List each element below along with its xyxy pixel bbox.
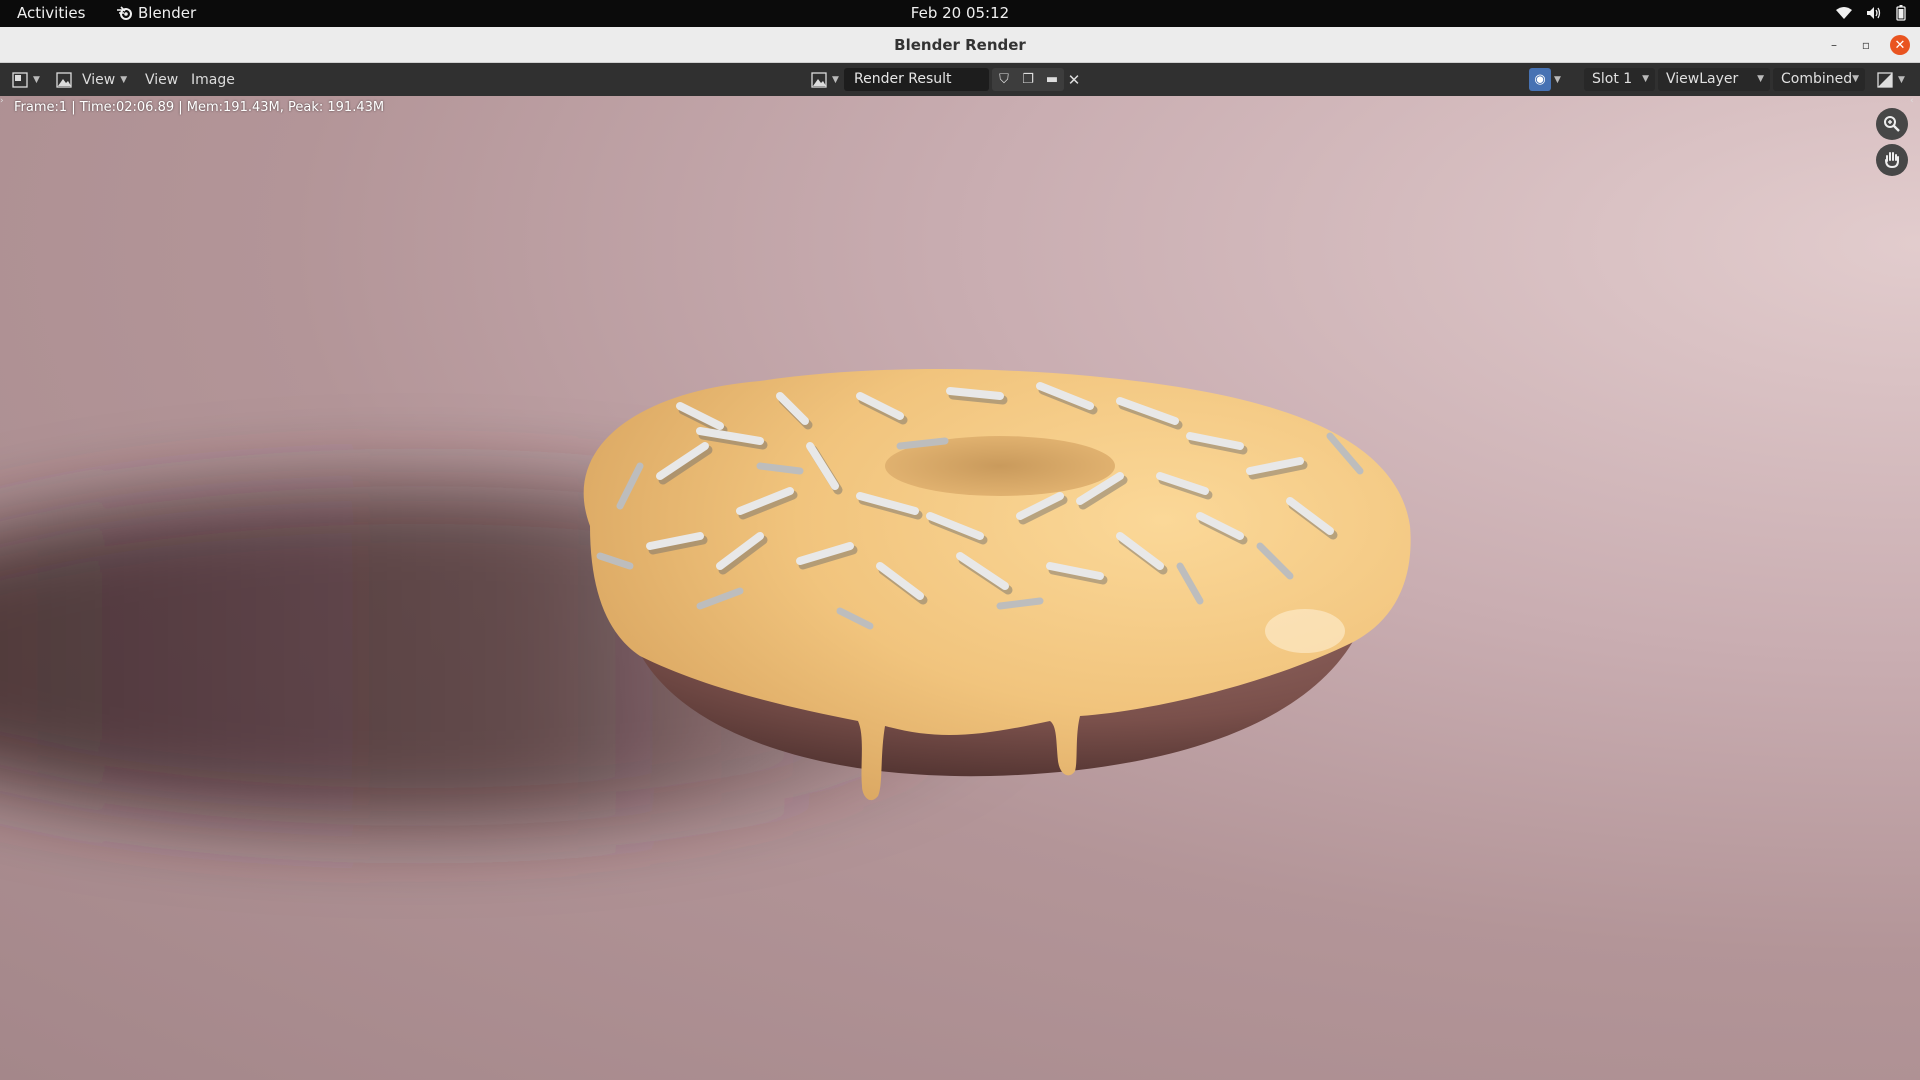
system-tray[interactable] [1836,5,1906,21]
close-window-button[interactable]: ✕ [1890,35,1910,55]
view-layer-select[interactable]: ViewLayer ▼ [1658,68,1770,91]
clock[interactable]: Feb 20 05:12 [911,4,1009,22]
volume-icon[interactable] [1866,6,1882,20]
minimize-button[interactable]: – [1824,35,1844,55]
app-menu[interactable]: Blender [116,4,196,22]
unlink-image-button[interactable]: ✕ [1063,68,1085,91]
chevron-down-icon: ▼ [1554,74,1561,85]
image-name-field[interactable]: Render Result [844,68,989,91]
app-menu-label: Blender [138,4,197,22]
image-actions-group: ⛉ ❐ ▬ [992,68,1064,91]
image-editor-header: ▼ View ▼ View Image ▼ Render Result ⛉ ❐ … [0,63,1920,96]
sidebar-toggle-right[interactable]: ‹ [1910,96,1920,110]
render-image [0,369,1411,826]
chevron-right-icon: › [0,96,4,106]
chevron-down-icon: ▼ [1757,74,1764,84]
image-browse-icon [811,71,827,88]
image-icon [56,71,72,88]
chevron-down-icon: ▼ [1642,74,1649,84]
chevron-down-icon: ▼ [33,74,40,85]
chevron-down-icon: ▼ [832,74,839,85]
menu-image[interactable]: Image [191,68,235,91]
render-viewport[interactable]: › Frame:1 | Time:02:06.89 | Mem:191.43M,… [0,96,1920,1080]
chevron-left-icon: ‹ [1910,96,1914,106]
pan-navigation-button[interactable] [1876,144,1908,176]
browse-image-button[interactable]: ▼ [811,68,839,91]
fake-user-shield-icon[interactable]: ⛉ [992,68,1016,91]
chevron-down-icon: ▼ [1852,74,1859,84]
system-top-bar: Activities Blender Feb 20 05:12 [0,0,1920,27]
zoom-navigation-button[interactable] [1876,108,1908,140]
render-slot-select[interactable]: Slot 1 ▼ [1584,68,1655,91]
toolbar-toggle-left[interactable]: › [0,96,7,110]
zoom-icon [1884,116,1900,132]
restore-icon: ▫ [1861,38,1871,52]
render-slot-value: Slot 1 [1592,71,1633,87]
view-layer-value: ViewLayer [1666,71,1739,87]
render-status-text: Frame:1 | Time:02:06.89 | Mem:191.43M, P… [14,100,385,115]
window-title-bar: Blender Render – ▫ ✕ [0,27,1920,63]
view-mode-dropdown[interactable]: View ▼ [82,68,127,91]
gizmo-menu-button[interactable]: ▼ [1554,68,1570,91]
gizmo-icon: ◉ [1534,72,1546,87]
display-channels-button[interactable]: ▼ [1874,68,1908,91]
render-pass-value: Combined [1781,71,1853,87]
gizmo-toggle-button[interactable]: ◉ [1529,68,1551,91]
battery-icon[interactable] [1896,5,1906,21]
chevron-down-icon: ▼ [1898,74,1905,85]
window-title: Blender Render [894,36,1026,54]
new-image-icon[interactable]: ❐ [1016,68,1040,91]
minimize-icon: – [1831,38,1837,52]
blender-logo-icon [117,6,132,20]
activities-button[interactable]: Activities [17,4,85,22]
hand-pan-icon [1885,152,1899,169]
open-folder-icon[interactable]: ▬ [1040,68,1064,91]
editor-type-button[interactable]: ▼ [12,68,46,91]
render-pass-select[interactable]: Combined ▼ [1773,68,1865,91]
view-mode-icon-button[interactable] [56,68,78,91]
view-mode-label: View [82,71,116,88]
maximize-button[interactable]: ▫ [1856,35,1876,55]
chevron-down-icon: ▼ [120,74,128,85]
wifi-icon[interactable] [1836,6,1852,20]
display-channels-icon [1877,71,1893,88]
close-icon: ✕ [1067,70,1081,89]
close-icon: ✕ [1894,37,1906,53]
image-editor-icon [12,71,28,88]
menu-view[interactable]: View [145,68,178,91]
